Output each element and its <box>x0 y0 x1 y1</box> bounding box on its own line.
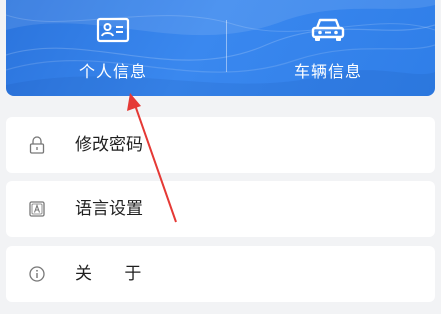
id-card-icon <box>95 16 131 44</box>
info-icon <box>28 265 46 283</box>
lock-icon <box>28 136 46 154</box>
personal-info-label: 个人信息 <box>78 62 147 81</box>
car-icon <box>310 16 346 44</box>
header-banner: 个人信息 车辆信息 <box>6 0 435 96</box>
language-settings-item[interactable]: 语言设置 <box>6 181 435 237</box>
about-label: 关 于 <box>75 264 142 284</box>
language-icon <box>28 200 46 218</box>
change-password-label: 修改密码 <box>75 135 143 155</box>
personal-info-button[interactable]: 个人信息 <box>6 0 220 96</box>
change-password-item[interactable]: 修改密码 <box>6 117 435 173</box>
language-settings-label: 语言设置 <box>75 199 143 219</box>
vehicle-info-label: 车辆信息 <box>293 62 362 81</box>
settings-page: 个人信息 车辆信息 修改密码 语言设置 关 于 <box>0 0 441 314</box>
vehicle-info-button[interactable]: 车辆信息 <box>221 0 435 96</box>
about-item[interactable]: 关 于 <box>6 246 435 302</box>
